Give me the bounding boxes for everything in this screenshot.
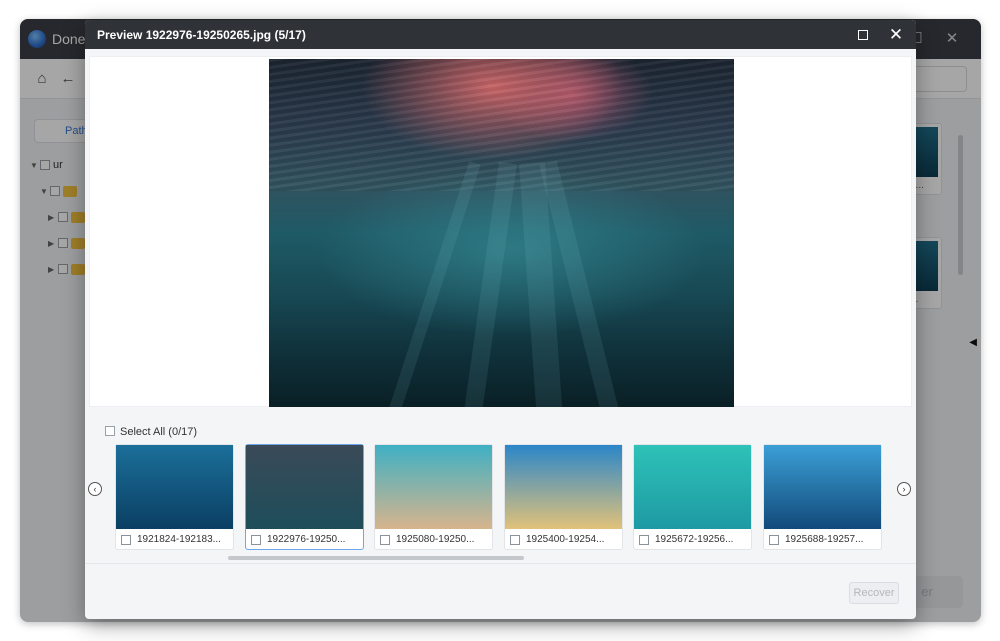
image-viewer [89, 56, 912, 407]
thumbnail-card[interactable]: 1925672-19256... [633, 444, 752, 550]
thumbnail-image[interactable] [116, 445, 233, 529]
chevron-right-icon[interactable]: › [897, 482, 911, 496]
thumbnail-card[interactable]: 1925688-19257... [763, 444, 882, 550]
thumbnail-filename: 1925688-19257... [785, 534, 864, 545]
thumbnail-filename: 1925672-19256... [655, 534, 734, 545]
preview-image [269, 59, 734, 407]
thumbnail-filename: 1925400-19254... [526, 534, 605, 545]
thumbnail-checkbox[interactable] [639, 535, 649, 545]
thumbnail-card[interactable]: 1922976-19250... [245, 444, 364, 550]
thumbnail-card[interactable]: 1925080-19250... [374, 444, 493, 550]
thumbnail-image[interactable] [634, 445, 751, 529]
thumbnail-checkbox[interactable] [510, 535, 520, 545]
thumbnail-checkbox[interactable] [121, 535, 131, 545]
chevron-left-icon[interactable]: ‹ [88, 482, 102, 496]
maximize-icon[interactable] [852, 24, 874, 46]
thumbnail-card[interactable]: 1921824-192183... [115, 444, 234, 550]
thumbnail-image[interactable] [246, 445, 363, 529]
thumbnail-image[interactable] [375, 445, 492, 529]
dialog-titlebar: Preview 1922976-19250265.jpg (5/17) ✕ [85, 20, 916, 49]
preview-dialog: Preview 1922976-19250265.jpg (5/17) ✕ Se… [85, 20, 916, 619]
thumbnail-checkbox[interactable] [380, 535, 390, 545]
dialog-title: Preview 1922976-19250265.jpg (5/17) [97, 28, 306, 42]
thumbnail-image[interactable] [505, 445, 622, 529]
divider [85, 563, 916, 564]
thumbnail-checkbox[interactable] [251, 535, 261, 545]
horizontal-scrollbar[interactable] [228, 556, 524, 560]
thumbnail-filename: 1921824-192183... [137, 534, 221, 545]
thumbnail-filename: 1922976-19250... [267, 534, 346, 545]
close-icon[interactable]: ✕ [885, 24, 907, 46]
select-all-checkbox[interactable]: Select All (0/17) [105, 426, 197, 438]
thumbnail-checkbox[interactable] [769, 535, 779, 545]
thumbnail-filename: 1925080-19250... [396, 534, 475, 545]
thumbnail-image[interactable] [764, 445, 881, 529]
thumbnail-card[interactable]: 1925400-19254... [504, 444, 623, 550]
recover-button[interactable]: Recover [849, 582, 899, 604]
select-all-label: Select All (0/17) [120, 426, 198, 438]
